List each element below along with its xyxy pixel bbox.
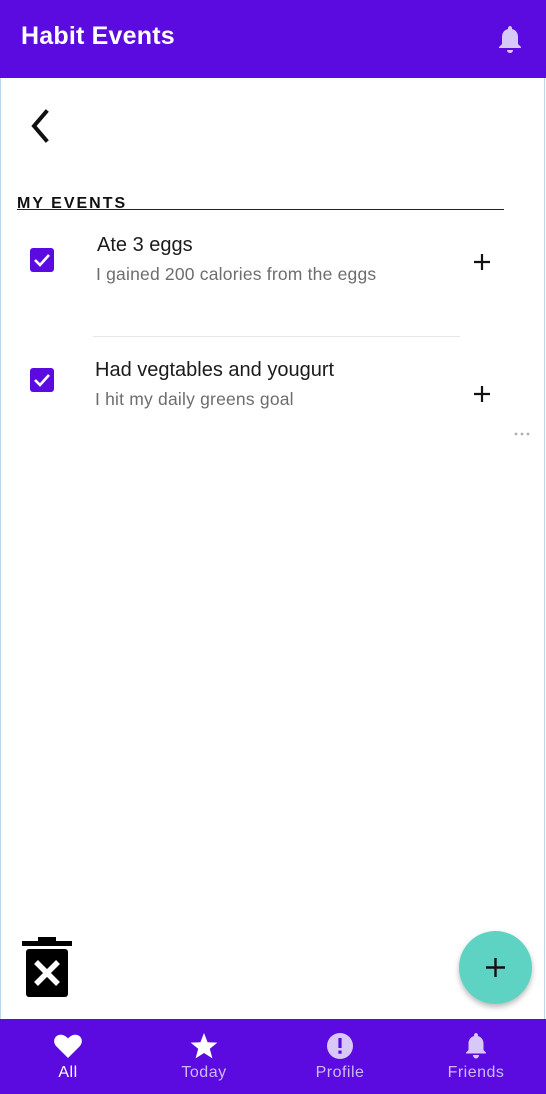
plus-icon[interactable] xyxy=(472,384,492,404)
nav-label: Friends xyxy=(447,1064,505,1081)
list-divider xyxy=(93,336,460,337)
star-icon xyxy=(189,1032,219,1060)
event-title: Had vegtables and yougurt xyxy=(95,359,335,381)
event-checkbox[interactable] xyxy=(30,248,54,272)
add-event-fab[interactable] xyxy=(459,931,532,1004)
heart-icon xyxy=(53,1032,83,1060)
plus-icon xyxy=(486,958,505,977)
nav-label: All xyxy=(58,1064,78,1081)
nav-item-today[interactable]: Today xyxy=(136,1019,272,1094)
bottom-navigation: All Today Profile Friends xyxy=(0,1019,546,1094)
app-title: Habit Events xyxy=(21,22,175,50)
nav-label: Profile xyxy=(315,1064,365,1081)
event-description: I hit my daily greens goal xyxy=(95,389,294,409)
bell-icon[interactable] xyxy=(497,24,523,54)
content-area xyxy=(0,78,545,1019)
chevron-left-icon[interactable] xyxy=(26,106,54,146)
nav-item-friends[interactable]: Friends xyxy=(408,1019,544,1094)
section-title: MY EVENTS xyxy=(17,195,128,212)
exclamation-circle-icon xyxy=(325,1032,355,1060)
more-dots-icon xyxy=(514,423,532,436)
section-divider xyxy=(17,209,504,210)
delete-forever-icon[interactable] xyxy=(21,937,73,999)
event-checkbox[interactable] xyxy=(30,368,54,392)
event-title: Ate 3 eggs xyxy=(97,234,193,256)
nav-label: Today xyxy=(181,1064,227,1081)
nav-item-all[interactable]: All xyxy=(0,1019,136,1094)
plus-icon[interactable] xyxy=(472,252,492,272)
nav-item-profile[interactable]: Profile xyxy=(272,1019,408,1094)
bell-icon xyxy=(461,1032,491,1060)
app-bar: Habit Events xyxy=(0,0,546,78)
event-description: I gained 200 calories from the eggs xyxy=(96,264,377,284)
